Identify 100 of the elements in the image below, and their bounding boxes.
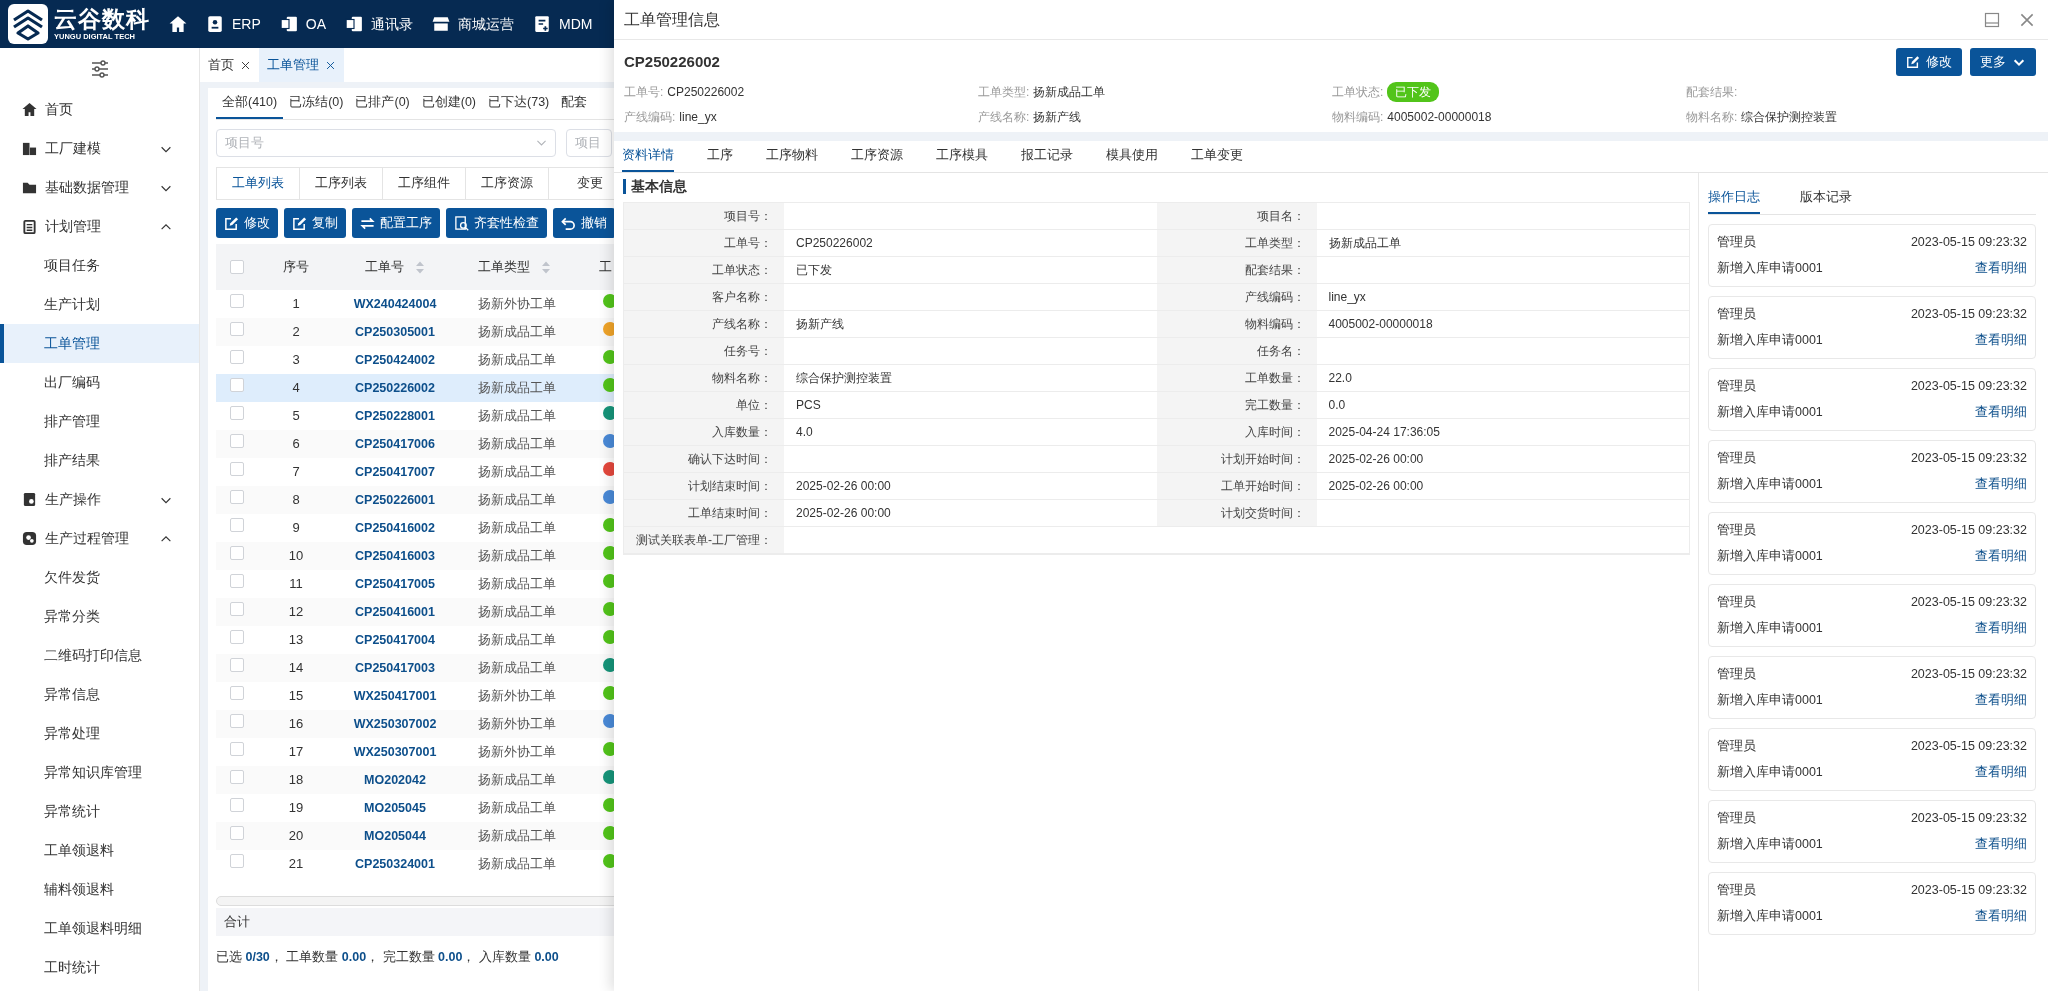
sidebar-subitem[interactable]: 异常分类: [0, 597, 199, 636]
order-link[interactable]: CP250228001: [355, 409, 435, 424]
sidebar-subitem[interactable]: 异常统计: [0, 792, 199, 831]
sidebar-subitem[interactable]: 工时统计: [0, 948, 199, 987]
detail-link[interactable]: 查看明细: [1975, 403, 2027, 422]
sidebar-subitem[interactable]: 辅料领退料: [0, 870, 199, 909]
checkbox[interactable]: [230, 322, 244, 337]
page-tab[interactable]: 工单管理: [259, 48, 344, 82]
sidebar-item[interactable]: 工厂建模: [0, 129, 199, 168]
sidebar-subitem[interactable]: 生产计划: [0, 285, 199, 324]
table-row[interactable]: 4 CP250226002 扬新成品工单: [216, 374, 614, 402]
checkbox[interactable]: [230, 546, 244, 561]
order-link[interactable]: MO205044: [364, 829, 426, 844]
select-field[interactable]: 项目号: [216, 129, 556, 157]
checkbox[interactable]: [230, 434, 244, 449]
nav-link[interactable]: 商城运营: [458, 13, 515, 35]
home-icon[interactable]: [169, 15, 187, 33]
detail-link[interactable]: 查看明细: [1975, 619, 2027, 638]
status-tab[interactable]: 配套: [555, 88, 594, 119]
order-link[interactable]: CP250416003: [355, 549, 435, 564]
order-link[interactable]: CP250417004: [355, 633, 435, 648]
order-link[interactable]: CP250416001: [355, 605, 435, 620]
order-link[interactable]: CP250417006: [355, 437, 435, 452]
sidebar-subitem[interactable]: 排产管理: [0, 402, 199, 441]
nav-link[interactable]: 通讯录: [371, 13, 414, 35]
list-tab[interactable]: 工单列表: [216, 167, 300, 199]
sidebar-subitem[interactable]: 异常处理: [0, 714, 199, 753]
order-link[interactable]: MO205045: [364, 801, 426, 816]
sidebar-subitem[interactable]: 排产结果: [0, 441, 199, 480]
checkbox[interactable]: [230, 350, 244, 365]
checkbox[interactable]: [230, 260, 244, 274]
checkbox[interactable]: [230, 714, 244, 729]
detail-tab[interactable]: 工序资源: [851, 141, 903, 172]
toolbar-button[interactable]: 撤销: [553, 208, 614, 238]
table-row[interactable]: 18 MO202042 扬新成品工单: [216, 766, 614, 794]
sidebar-subitem[interactable]: 工单领退料明细: [0, 909, 199, 948]
checkbox[interactable]: [230, 518, 244, 533]
checkbox[interactable]: [230, 490, 244, 505]
detail-link[interactable]: 查看明细: [1975, 547, 2027, 566]
sidebar-subitem[interactable]: 工单管理: [0, 324, 199, 363]
detail-link[interactable]: 查看明细: [1975, 835, 2027, 854]
order-link[interactable]: MO202042: [364, 773, 426, 788]
detail-tab[interactable]: 工序模具: [936, 141, 988, 172]
detail-tab[interactable]: 报工记录: [1021, 141, 1073, 172]
select-field[interactable]: 项目: [566, 129, 612, 157]
checkbox[interactable]: [230, 294, 244, 309]
detail-tab[interactable]: 工单变更: [1191, 141, 1243, 172]
checkbox[interactable]: [230, 406, 244, 421]
sidebar-subitem[interactable]: 二维码打印信息: [0, 636, 199, 675]
sidebar-subitem[interactable]: 异常知识库管理: [0, 753, 199, 792]
order-link[interactable]: CP250417007: [355, 465, 435, 480]
detail-tab[interactable]: 工序: [707, 141, 733, 172]
checkbox[interactable]: [230, 602, 244, 617]
checkbox[interactable]: [230, 462, 244, 477]
minimize-button[interactable]: [1984, 11, 2000, 28]
table-row[interactable]: 2 CP250305001 扬新成品工单: [216, 318, 614, 346]
order-link[interactable]: CP250324001: [355, 857, 435, 872]
detail-link[interactable]: 查看明细: [1975, 475, 2027, 494]
checkbox[interactable]: [230, 798, 244, 813]
order-link[interactable]: WX250307001: [353, 745, 437, 760]
status-tab[interactable]: 已创建(0): [415, 88, 483, 119]
toolbar-button[interactable]: 修改: [216, 208, 278, 238]
toolbar-button[interactable]: 齐套性检查: [446, 208, 547, 238]
sidebar-subitem[interactable]: 出厂编码: [0, 363, 199, 402]
action-button[interactable]: 更多: [1970, 48, 2036, 76]
checkbox[interactable]: [230, 770, 244, 785]
toolbar-button[interactable]: 配置工序: [352, 208, 440, 238]
checkbox[interactable]: [230, 686, 244, 701]
sidebar-item[interactable]: 计划管理: [0, 207, 199, 246]
table-row[interactable]: 14 CP250417003 扬新成品工单: [216, 654, 614, 682]
checkbox[interactable]: [230, 854, 244, 869]
log-tab[interactable]: 版本记录: [1800, 183, 1852, 214]
order-link[interactable]: CP250417005: [355, 577, 435, 592]
checkbox[interactable]: [230, 630, 244, 645]
checkbox[interactable]: [230, 658, 244, 673]
status-tab[interactable]: 已下达(73): [482, 88, 556, 119]
table-row[interactable]: 16 WX250307002 扬新外协工单: [216, 710, 614, 738]
sidebar-subitem[interactable]: 工单领退料: [0, 831, 199, 870]
detail-link[interactable]: 查看明细: [1975, 907, 2027, 926]
detail-tab[interactable]: 工序物料: [766, 141, 818, 172]
sidebar-item[interactable]: 生产操作: [0, 480, 199, 519]
page-tab[interactable]: 首页: [200, 48, 259, 82]
status-tab[interactable]: 已排产(0): [349, 88, 416, 119]
checkbox[interactable]: [230, 826, 244, 841]
detail-tab[interactable]: 资料详情: [622, 141, 674, 172]
order-link[interactable]: WX240424004: [353, 297, 437, 312]
detail-tab[interactable]: 模具使用: [1106, 141, 1158, 172]
detail-link[interactable]: 查看明细: [1975, 763, 2027, 782]
sidebar-subitem[interactable]: 欠件发货: [0, 558, 199, 597]
status-tab[interactable]: 已冻结(0): [283, 88, 350, 119]
order-link[interactable]: WX250417001: [353, 689, 437, 704]
order-link[interactable]: CP250226002: [355, 381, 435, 396]
table-row[interactable]: 6 CP250417006 扬新成品工单: [216, 430, 614, 458]
order-link[interactable]: CP250424002: [355, 353, 435, 368]
sidebar-subitem[interactable]: 项目任务: [0, 246, 199, 285]
order-link[interactable]: WX250307002: [353, 717, 437, 732]
detail-link[interactable]: 查看明细: [1975, 691, 2027, 710]
toolbar-button[interactable]: 复制: [284, 208, 346, 238]
nav-link[interactable]: ERP: [232, 13, 261, 35]
checkbox[interactable]: [230, 742, 244, 757]
